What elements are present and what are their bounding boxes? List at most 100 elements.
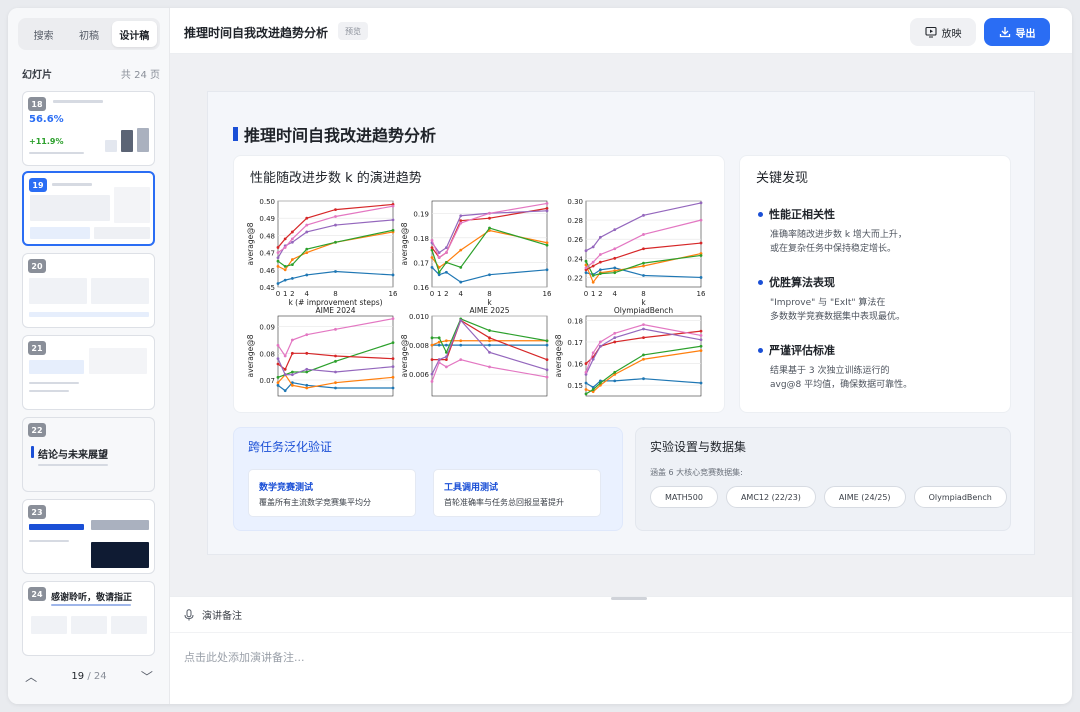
data-point — [290, 237, 294, 241]
data-point — [642, 323, 645, 327]
slide[interactable]: 推理时间自我改进趋势分析 性能随改进步数 k 的演进趋势 0.45 0.46 0.4… — [207, 91, 1035, 555]
chevron-up-icon[interactable]: ︿ — [25, 668, 37, 685]
chevron-down-icon[interactable]: ﹀ — [141, 668, 153, 685]
data-point — [334, 240, 337, 244]
data-point — [334, 223, 337, 227]
data-point — [584, 392, 588, 396]
data-point — [488, 216, 491, 220]
y-axis-label: average@8 — [554, 334, 563, 377]
findings-title: 关键发现 — [756, 171, 809, 186]
slide-thumbnail-18[interactable]: 18 56.6% +11.9% — [22, 91, 155, 166]
data-point — [488, 343, 491, 347]
y-axis-label: average@8 — [246, 334, 255, 377]
y-tick-label: 0.45 — [259, 284, 275, 292]
data-point — [430, 343, 434, 347]
tab-design[interactable]: 设计稿 — [111, 21, 157, 47]
data-point — [584, 259, 588, 263]
x-tick-label: 16 — [543, 290, 552, 298]
export-button[interactable]: 导出 — [984, 18, 1050, 46]
data-point — [642, 264, 645, 268]
data-point — [591, 245, 595, 249]
data-point — [334, 370, 337, 374]
top-bar: 推理时间自我改进趋势分析 预览 放映 导出 — [170, 8, 1072, 54]
document-title: 推理时间自我改进趋势分析 — [184, 26, 329, 40]
slide-thumbnail-24[interactable]: 24 感谢聆听，敬请指正 — [22, 581, 155, 656]
data-point — [290, 351, 294, 355]
data-point — [591, 260, 595, 264]
slide-thumbnail-23[interactable]: 23 — [22, 499, 155, 574]
y-tick-label: 0.50 — [259, 198, 275, 206]
data-point — [305, 367, 309, 371]
data-point — [334, 386, 337, 390]
y-tick-label: 0.26 — [567, 236, 583, 244]
finding-desc: 结果基于 3 次独立训练运行的 — [770, 366, 890, 376]
data-point — [444, 246, 448, 250]
data-point — [642, 247, 645, 251]
slide-title-text: 推理时间自我改进趋势分析 — [244, 126, 437, 145]
notes-input[interactable]: 点击此处添加演讲备注... — [170, 632, 1072, 704]
mode-switcher: 搜索 初稿 设计稿 — [18, 18, 160, 50]
data-point — [699, 254, 703, 257]
y-tick-label: 0.28 — [567, 217, 583, 225]
data-point — [430, 372, 434, 376]
data-point — [276, 383, 280, 387]
current-page: 19 — [71, 670, 85, 682]
finding-title: 性能正相关性 — [769, 208, 835, 221]
finding-item: 优胜算法表现 "Improve" 与 "ExIt" 算法在 多数数学竞赛数据集中表… — [758, 274, 998, 325]
microphone-icon — [184, 608, 194, 620]
data-point — [488, 329, 491, 332]
y-tick-label: 0.08 — [259, 350, 275, 358]
slide-thumbnail-20[interactable]: 20 — [22, 253, 155, 328]
data-point — [459, 280, 463, 284]
data-point — [598, 272, 602, 276]
chart-grid: 0.450.460.470.480.490.500 1 2 4 8 16k (# impr… — [246, 198, 706, 397]
data-point — [444, 270, 448, 274]
data-point — [437, 361, 441, 364]
data-point — [437, 340, 441, 344]
thumbnail-stat: 56.6% — [29, 114, 64, 125]
slide-number: 23 — [28, 505, 46, 519]
data-point — [444, 355, 448, 359]
data-point — [444, 339, 448, 343]
slide-number: 18 — [28, 97, 46, 111]
finding-desc: 多数数学竞赛数据集中表现最优。 — [770, 312, 906, 323]
slide-pager: ︿ 19 / 24 ﹀ — [8, 658, 170, 694]
thumbnail-title: 结论与未来展望 — [38, 450, 108, 461]
slide-thumbnail-22[interactable]: 22 结论与未来展望 — [22, 417, 155, 492]
data-point — [591, 264, 595, 268]
slide-thumbnail-21[interactable]: 21 — [22, 335, 155, 410]
slide-canvas: 推理时间自我改进趋势分析 性能随改进步数 k 的演进趋势 0.45 0.46 0.4… — [170, 54, 1072, 596]
title-accent-bar — [233, 127, 238, 141]
data-point — [488, 336, 491, 340]
dataset-pill: MATH500 — [650, 486, 718, 508]
data-point — [444, 261, 448, 264]
data-point — [334, 381, 337, 385]
data-point — [283, 268, 287, 272]
data-point — [488, 226, 491, 230]
data-point — [276, 362, 280, 366]
data-point — [276, 246, 280, 249]
data-point — [459, 343, 463, 347]
data-point — [613, 370, 617, 374]
data-point — [642, 357, 645, 361]
data-point — [430, 256, 434, 259]
data-point — [545, 202, 549, 205]
data-point — [584, 271, 588, 275]
data-point — [276, 375, 280, 379]
data-point — [290, 383, 294, 387]
data-point — [391, 228, 395, 232]
data-point — [699, 349, 703, 352]
data-point — [598, 340, 602, 344]
total-pages: 24 — [93, 670, 107, 682]
findings-card: 关键发现 性能正相关性 准确率随改进步数 k 增大而上升， 或在复杂任务中保持稳定… — [739, 155, 1011, 413]
tab-draft[interactable]: 初稿 — [66, 21, 111, 47]
data-point — [430, 358, 434, 362]
slide-thumbnail-19[interactable]: 19 — [22, 171, 155, 246]
x-tick-label: 8 — [487, 290, 491, 298]
tab-search[interactable]: 搜索 — [21, 21, 66, 47]
data-point — [613, 266, 617, 270]
data-point — [391, 341, 395, 345]
data-point — [459, 219, 463, 223]
cross-task-card: 跨任务泛化验证 数学竞赛测试 覆盖所有主流数学竞赛集平均分 工具调用测试 首轮准… — [233, 427, 623, 531]
play-button[interactable]: 放映 — [910, 18, 976, 46]
